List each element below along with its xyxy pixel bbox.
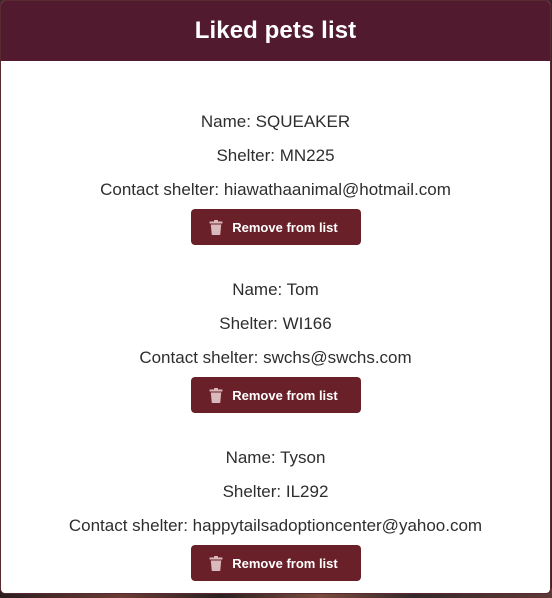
pet-card: Name: Tyson Shelter: IL292 Contact shelt… [1,441,550,593]
pet-shelter: Shelter: MN225 [216,146,335,165]
trash-icon [209,555,223,571]
remove-from-list-button[interactable]: Remove from list [190,377,361,413]
remove-from-list-button[interactable]: Remove from list [190,545,361,581]
page-title: Liked pets list [194,17,357,44]
remove-button-label: Remove from list [232,387,338,403]
pet-contact: Contact shelter: swchs@swchs.com [139,348,412,367]
pet-card: Name: SQUEAKER Shelter: MN225 Contact sh… [1,105,550,273]
pet-shelter: Shelter: IL292 [222,482,329,501]
remove-button-label: Remove from list [232,219,338,235]
panel-header: Liked pets list [1,1,550,61]
trash-icon [209,219,223,235]
pet-contact: Contact shelter: hiawathaanimal@hotmail.… [100,180,451,199]
pet-name: Name: SQUEAKER [200,112,351,131]
pet-name: Name: Tyson [225,448,326,467]
liked-pets-panel: Liked pets list Name: SQUEAKER Shelter: … [1,1,550,593]
remove-from-list-button[interactable]: Remove from list [190,209,361,245]
pet-name: Name: Tom [232,280,319,299]
pet-card: Name: Tom Shelter: WI166 Contact shelter… [1,273,550,441]
remove-button-label: Remove from list [232,555,338,571]
pet-contact: Contact shelter: happytailsadoptioncente… [68,516,483,535]
pet-shelter: Shelter: WI166 [219,314,332,333]
trash-icon [209,387,223,403]
pet-list: Name: SQUEAKER Shelter: MN225 Contact sh… [1,61,550,593]
